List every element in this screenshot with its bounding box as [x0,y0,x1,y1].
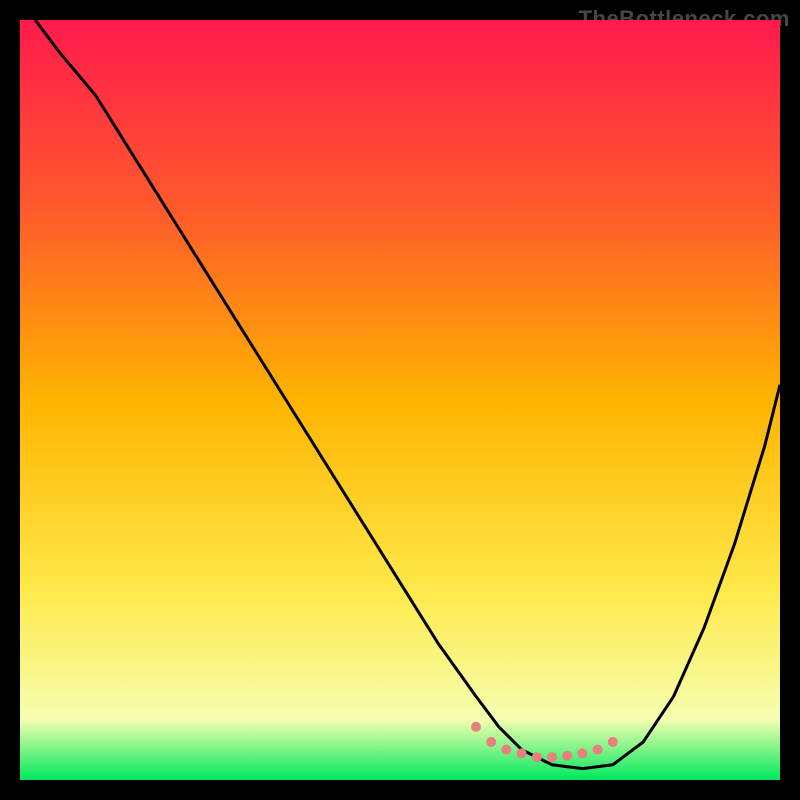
chart-container: TheBottleneck.com [0,0,800,800]
plot-area [20,20,780,780]
highlight-dot [501,745,511,755]
highlight-dot [562,751,572,761]
highlight-dot [547,752,557,762]
highlight-dot [593,745,603,755]
gradient-background [20,20,780,780]
highlight-dot [471,722,481,732]
highlight-dot [577,748,587,758]
highlight-dot [486,737,496,747]
chart-svg [20,20,780,780]
highlight-dot [532,752,542,762]
highlight-dot [608,737,618,747]
highlight-dot [517,748,527,758]
